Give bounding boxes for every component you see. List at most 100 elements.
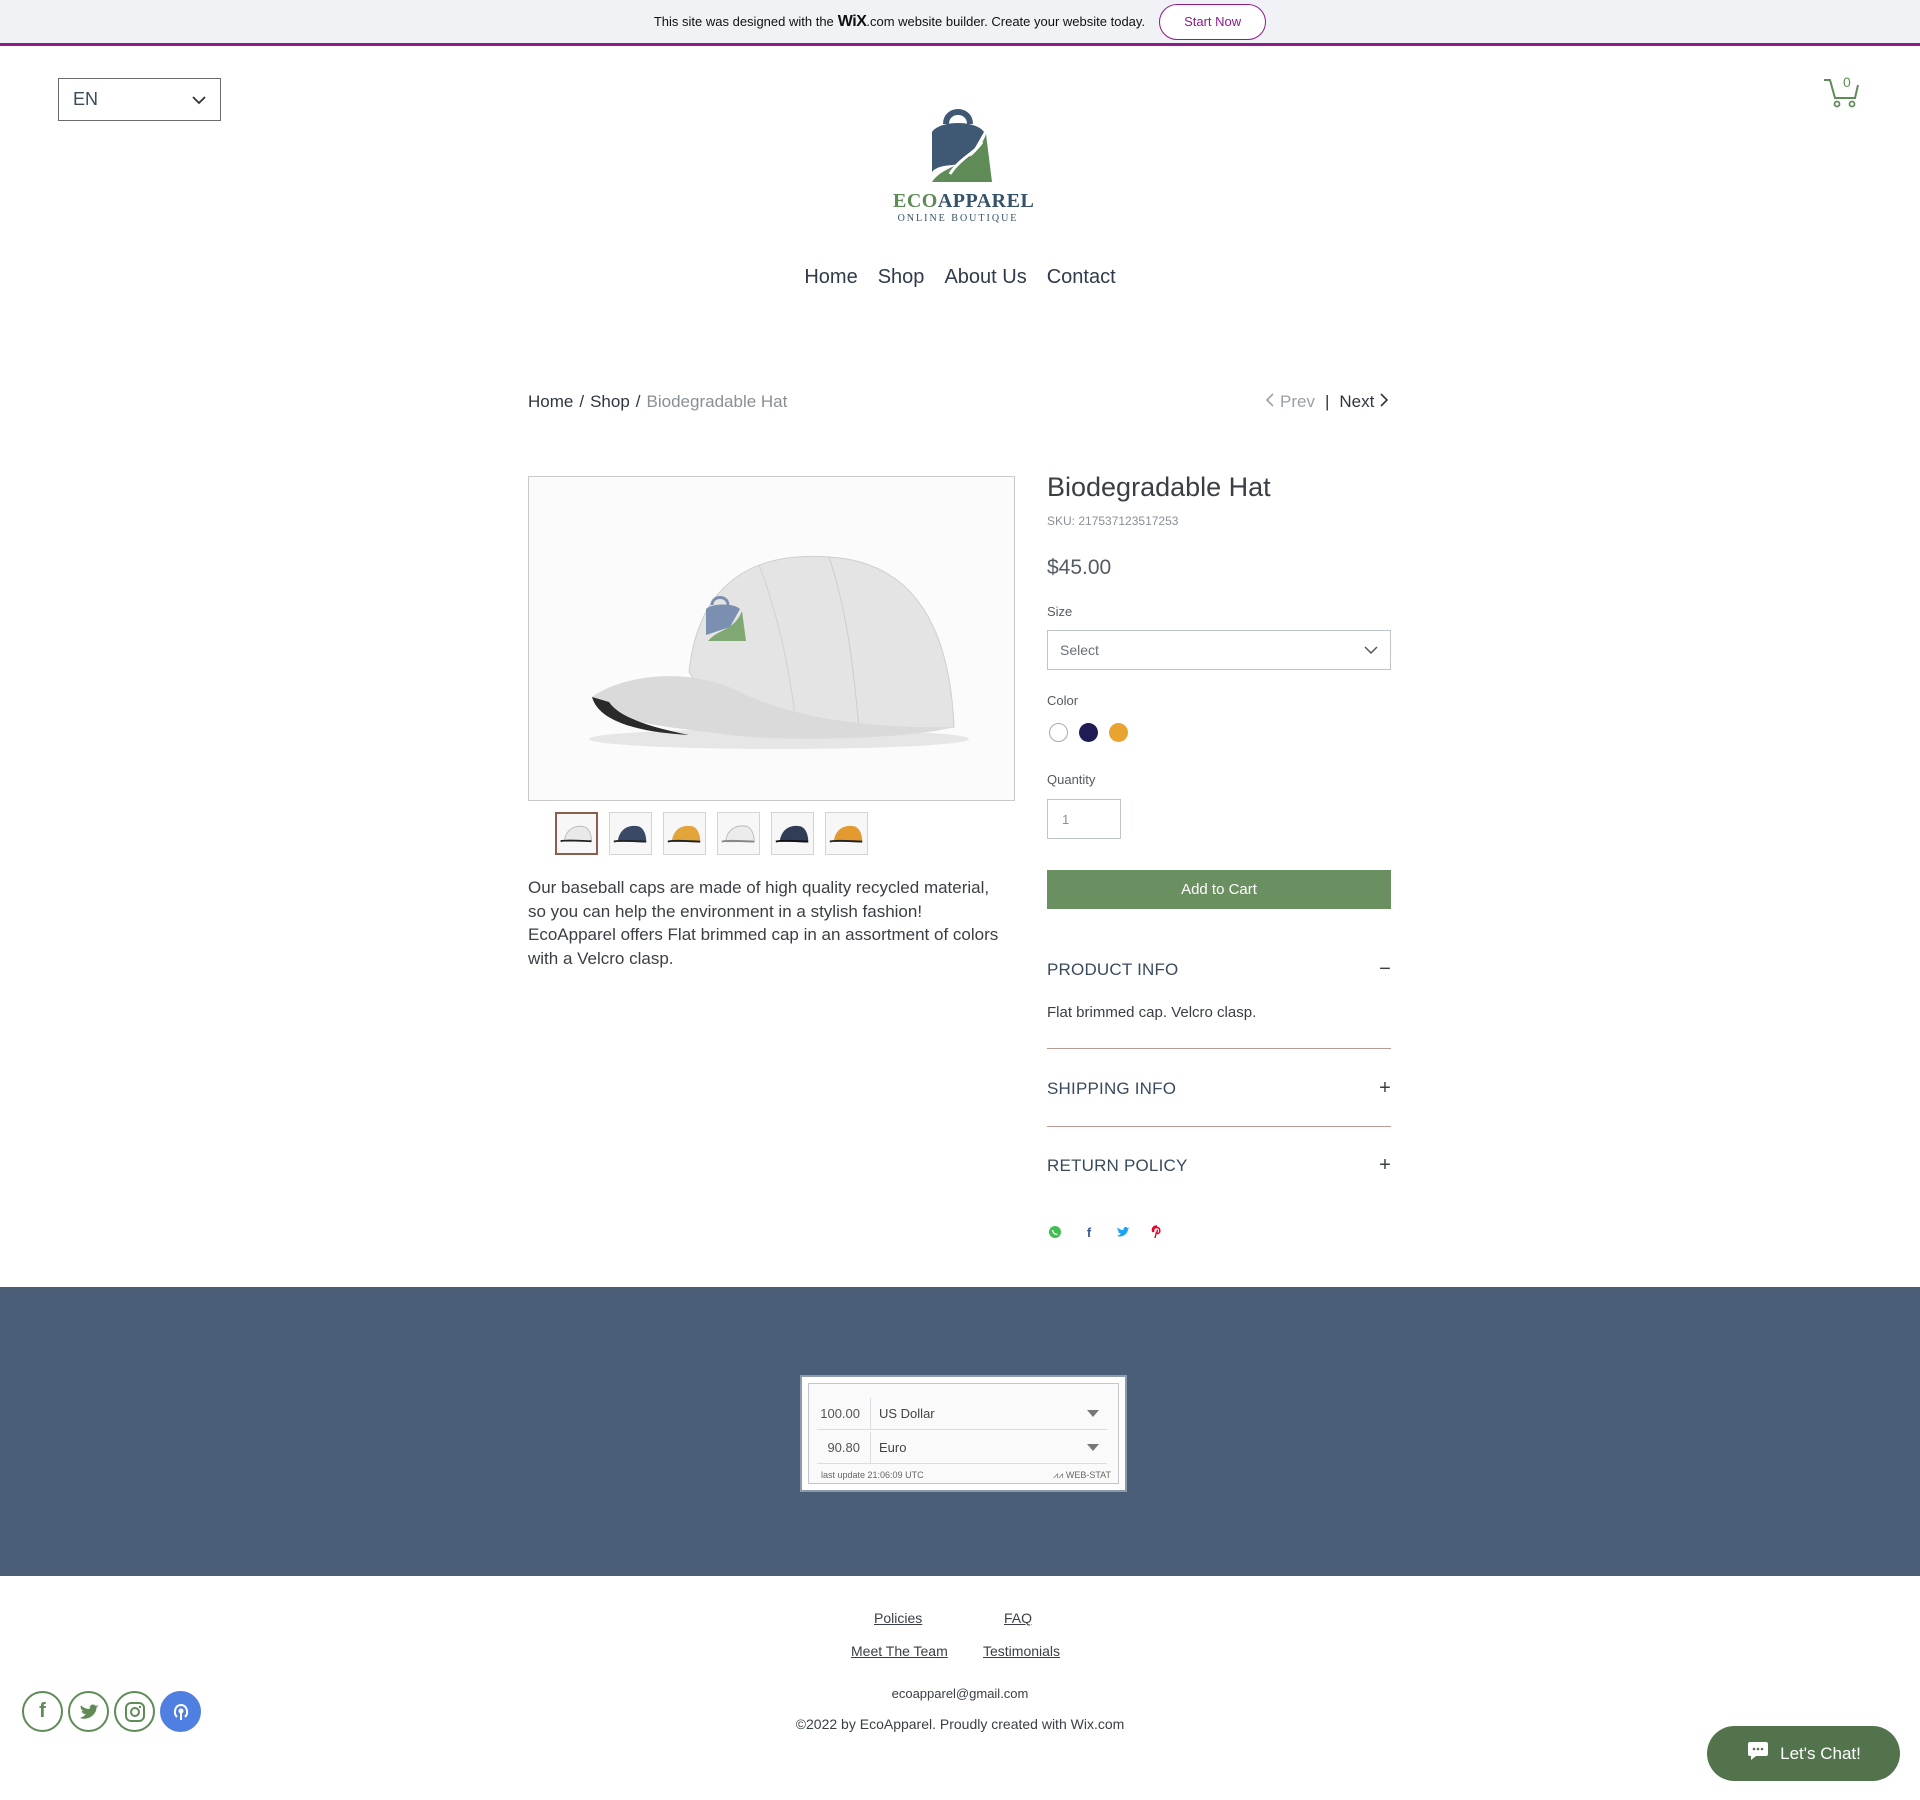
- chat-label: Let's Chat!: [1780, 1743, 1861, 1763]
- chevron-down-icon: [1364, 642, 1378, 658]
- nav-about-us[interactable]: About Us: [944, 266, 1026, 289]
- product-info-body: Flat brimmed cap. Velcro clasp.: [1047, 1004, 1257, 1021]
- breadcrumb-shop[interactable]: Shop: [590, 392, 630, 411]
- banner-text-before: This site was designed with the: [653, 14, 834, 29]
- converter-updated: last update 21:06:09 UTC: [821, 1470, 924, 1480]
- quantity-input[interactable]: 1: [1047, 799, 1121, 839]
- footer-link-meet-the-team[interactable]: Meet The Team: [851, 1643, 948, 1659]
- converter-currency-usd[interactable]: US Dollar: [871, 1406, 1087, 1421]
- pager-divider: |: [1324, 392, 1330, 411]
- breadcrumb-current: Biodegradable Hat: [646, 392, 788, 411]
- podcast-icon[interactable]: [160, 1691, 201, 1732]
- converter-amount-usd[interactable]: 100.00: [817, 1398, 871, 1429]
- color-swatch-mustard[interactable]: [1109, 723, 1128, 742]
- nav-shop[interactable]: Shop: [878, 266, 925, 289]
- converter-row-usd: 100.00 US Dollar: [817, 1398, 1107, 1430]
- converter-row-eur: 90.80 Euro: [817, 1432, 1107, 1464]
- product-info-header[interactable]: PRODUCT INFO −: [1047, 958, 1391, 981]
- currency-converter-widget: 100.00 US Dollar 90.80 Euro last update …: [800, 1375, 1127, 1492]
- footer-link-testimonials[interactable]: Testimonials: [983, 1643, 1060, 1659]
- breadcrumb-separator: /: [635, 392, 641, 411]
- thumbnail-6[interactable]: [825, 812, 868, 855]
- thumbnail-strip: [555, 812, 868, 855]
- facebook-icon[interactable]: f: [1081, 1224, 1097, 1240]
- cart-icon: [1824, 79, 1859, 108]
- instagram-icon[interactable]: [114, 1691, 155, 1732]
- size-select-value: Select: [1060, 642, 1099, 658]
- footer-link-faq[interactable]: FAQ: [1004, 1610, 1032, 1626]
- converter-footer: last update 21:06:09 UTC ⩘⩘ WEB-STAT: [821, 1470, 1111, 1481]
- nav-contact[interactable]: Contact: [1047, 266, 1116, 289]
- thumbnail-1[interactable]: [555, 812, 598, 855]
- plus-icon: +: [1379, 1154, 1391, 1176]
- return-policy-header[interactable]: RETURN POLICY +: [1047, 1154, 1391, 1177]
- main-nav: Home Shop About Us Contact: [0, 266, 1920, 289]
- chevron-down-icon: [192, 89, 206, 110]
- logo-subtitle: ONLINE BOUTIQUE: [897, 213, 1019, 224]
- product-description: Our baseball caps are made of high quali…: [528, 878, 999, 968]
- chevron-left-icon: [1265, 392, 1274, 412]
- product-sku: SKU: 217537123517253: [1047, 514, 1179, 528]
- size-label: Size: [1047, 604, 1073, 619]
- footer-link-policies[interactable]: Policies: [874, 1610, 922, 1626]
- twitter-icon[interactable]: [68, 1691, 109, 1732]
- product-price: $45.00: [1047, 556, 1112, 579]
- start-now-button[interactable]: Start Now: [1159, 3, 1267, 40]
- minus-icon: −: [1379, 958, 1391, 980]
- color-swatch-white[interactable]: [1049, 723, 1068, 742]
- breadcrumb: Home / Shop / Biodegradable Hat: [528, 392, 787, 412]
- quantity-label: Quantity: [1047, 772, 1096, 787]
- shipping-info-header[interactable]: SHIPPING INFO +: [1047, 1077, 1391, 1100]
- thumbnail-2[interactable]: [609, 812, 652, 855]
- social-icons: f: [22, 1691, 201, 1732]
- web-stat-credit[interactable]: ⩘⩘ WEB-STAT: [1053, 1470, 1111, 1481]
- breadcrumb-home[interactable]: Home: [528, 392, 573, 411]
- color-label: Color: [1047, 693, 1079, 708]
- pinterest-icon[interactable]: [1149, 1224, 1165, 1240]
- language-select[interactable]: EN: [58, 78, 221, 121]
- cap-image: [589, 555, 969, 749]
- twitter-icon[interactable]: [1115, 1224, 1131, 1240]
- shopping-bag-logo-icon: [932, 109, 992, 182]
- nav-home[interactable]: Home: [804, 266, 857, 289]
- accordion-divider: [1047, 1126, 1391, 1127]
- wix-logo: WiX: [837, 12, 867, 30]
- return-policy-title: RETURN POLICY: [1047, 1155, 1188, 1175]
- thumbnail-4[interactable]: [717, 812, 760, 855]
- chat-button[interactable]: Let's Chat!: [1707, 1726, 1900, 1781]
- language-value: EN: [73, 89, 99, 109]
- chevron-right-icon: [1380, 392, 1389, 412]
- mountain-icon: ⩘⩘: [1053, 1470, 1066, 1480]
- add-to-cart-button[interactable]: Add to Cart: [1047, 870, 1391, 909]
- next-link[interactable]: Next: [1339, 392, 1374, 412]
- logo-brand: ECOAPPAREL: [893, 190, 1035, 212]
- cart-count: 0: [1843, 74, 1851, 90]
- facebook-icon[interactable]: f: [22, 1691, 63, 1732]
- dropdown-arrow-icon[interactable]: [1087, 1444, 1099, 1451]
- cart-button[interactable]: 0: [1822, 74, 1862, 110]
- prev-link[interactable]: Prev: [1280, 392, 1315, 412]
- breadcrumb-separator: /: [579, 392, 585, 411]
- product-main-image[interactable]: [528, 476, 1015, 801]
- plus-icon: +: [1379, 1077, 1391, 1099]
- wix-banner: This site was designed with the WiX.com …: [0, 0, 1920, 46]
- whatsapp-icon[interactable]: [1047, 1224, 1063, 1240]
- converter-amount-eur[interactable]: 90.80: [817, 1432, 871, 1463]
- thumbnail-3[interactable]: [663, 812, 706, 855]
- accordion-divider: [1047, 1048, 1391, 1049]
- dropdown-arrow-icon[interactable]: [1087, 1410, 1099, 1417]
- product-title: Biodegradable Hat: [1047, 472, 1271, 502]
- share-bar: f: [1047, 1224, 1165, 1240]
- site-logo[interactable]: ECOAPPAREL ONLINE BOUTIQUE: [893, 102, 1035, 232]
- size-select[interactable]: Select: [1047, 630, 1391, 670]
- banner-text-after: .com website builder. Create your websit…: [866, 13, 1146, 29]
- chat-bubble-icon: [1746, 1740, 1770, 1767]
- shipping-info-title: SHIPPING INFO: [1047, 1078, 1177, 1098]
- footer-copyright: ©2022 by EcoApparel. Proudly created wit…: [795, 1716, 1125, 1732]
- converter-currency-eur[interactable]: Euro: [871, 1440, 1087, 1455]
- thumbnail-5[interactable]: [771, 812, 814, 855]
- product-info-title: PRODUCT INFO: [1047, 959, 1179, 979]
- color-swatches: [1049, 723, 1128, 742]
- color-swatch-navy[interactable]: [1079, 723, 1098, 742]
- footer-email[interactable]: ecoapparel@gmail.com: [0, 1686, 1920, 1701]
